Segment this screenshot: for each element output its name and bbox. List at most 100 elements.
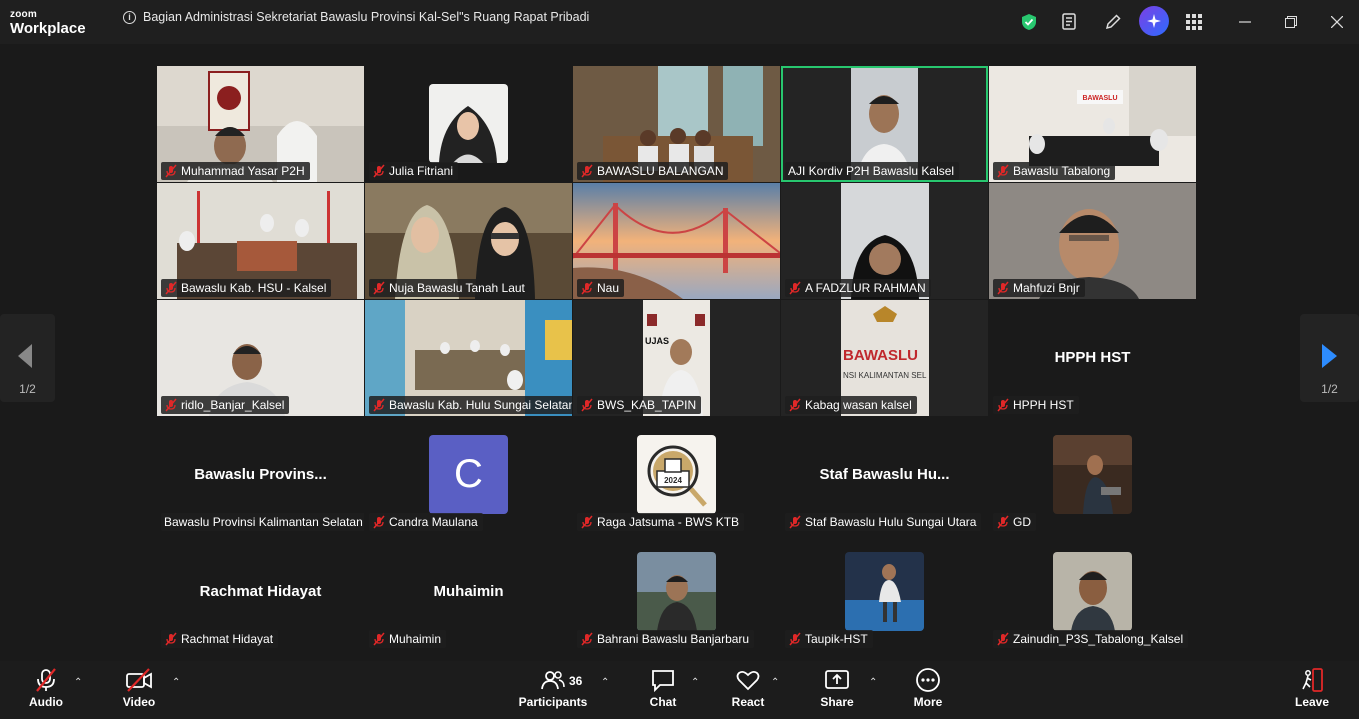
video-tile[interactable]: BAWASLU NSI KALIMANTAN SEL Kabag wasan k… xyxy=(781,300,988,416)
participant-name: Nau xyxy=(597,281,620,295)
shield-icon[interactable] xyxy=(1015,8,1043,36)
participant-name-label: Nuja Bawaslu Tanah Laut xyxy=(369,279,530,297)
pencil-icon[interactable] xyxy=(1099,8,1127,36)
video-tile[interactable]: Bahrani Bawaslu Banjarbaru xyxy=(573,534,780,650)
video-button[interactable]: Video xyxy=(120,667,158,709)
video-tile[interactable]: UJAS BWS_KAB_TAPIN xyxy=(573,300,780,416)
video-tile[interactable]: Mahfuzi Bnjr xyxy=(989,183,1196,299)
chat-button[interactable]: Chat xyxy=(648,667,678,709)
mic-muted-icon xyxy=(789,632,801,646)
participant-name-label: AJI Kordiv P2H Bawaslu Kalsel xyxy=(785,162,960,180)
participants-options-caret[interactable]: ⌃ xyxy=(601,677,609,688)
video-tile[interactable]: Nau xyxy=(573,183,780,299)
more-icon xyxy=(916,668,940,692)
participant-name-label: BAWASLU BALANGAN xyxy=(577,162,729,180)
chat-label: Chat xyxy=(649,695,677,709)
minimize-icon[interactable] xyxy=(1231,8,1259,36)
participants-icon xyxy=(541,671,565,690)
video-tile[interactable]: Taupik-HST xyxy=(781,534,988,650)
close-icon[interactable] xyxy=(1323,8,1351,36)
video-tile[interactable]: Muhaimin Muhaimin xyxy=(365,534,572,650)
video-tile[interactable]: ridlo_Banjar_Kalsel xyxy=(157,300,364,416)
participant-name-label: Bawaslu Tabalong xyxy=(993,162,1116,180)
video-tile[interactable]: HPPH HST HPPH HST xyxy=(989,300,1196,416)
video-tile[interactable]: A FADZLUR RAHMAN xyxy=(781,183,988,299)
participant-display-name: Bawaslu Provins... xyxy=(194,466,327,483)
notes-icon[interactable] xyxy=(1056,8,1084,36)
leave-label: Leave xyxy=(1294,695,1330,709)
participant-name: Raga Jatsuma - BWS KTB xyxy=(597,515,740,529)
participant-name: Julia Fitriani xyxy=(389,164,454,178)
audio-button[interactable]: Audio xyxy=(24,667,68,709)
participant-name-label: Rachmat Hidayat xyxy=(161,630,279,648)
mic-muted-icon xyxy=(165,281,177,295)
audio-options-caret[interactable]: ⌃ xyxy=(74,677,82,688)
video-tile[interactable]: Staf Bawaslu Hu... Staf Bawaslu Hulu Sun… xyxy=(781,417,988,533)
video-tile[interactable]: Bawaslu Kab. HSU - Kalsel xyxy=(157,183,364,299)
participant-name-label: Bahrani Bawaslu Banjarbaru xyxy=(577,630,755,648)
apps-grid-icon[interactable] xyxy=(1180,8,1208,36)
share-button[interactable]: Share xyxy=(820,667,854,709)
video-tile-active-speaker[interactable]: AJI Kordiv P2H Bawaslu Kalsel xyxy=(781,66,988,182)
participant-name-label: A FADZLUR RAHMAN xyxy=(785,279,931,297)
info-icon[interactable]: i xyxy=(123,11,136,24)
chat-options-caret[interactable]: ⌃ xyxy=(691,677,699,688)
participant-name-label: Nau xyxy=(577,279,625,297)
participant-name: Bawaslu Tabalong xyxy=(1013,164,1111,178)
meeting-controls-bar: Audio ⌃ Video ⌃ Participants 36 ⌃ Chat ⌃… xyxy=(0,661,1359,719)
participant-avatar xyxy=(637,552,716,631)
previous-page-button[interactable]: 1/2 xyxy=(0,314,55,402)
video-tile[interactable]: 2024 Raga Jatsuma - BWS KTB xyxy=(573,417,780,533)
mic-muted-icon xyxy=(165,632,177,646)
participant-name: Bawaslu Kab. Hulu Sungai Selatan xyxy=(389,398,572,412)
leave-button[interactable]: Leave xyxy=(1294,667,1330,709)
video-tile[interactable]: BAWASLU Bawaslu Tabalong xyxy=(989,66,1196,182)
meeting-title: Bagian Administrasi Sekretariat Bawaslu … xyxy=(143,10,590,24)
ai-companion-icon[interactable] xyxy=(1139,6,1169,36)
mic-muted-icon xyxy=(373,632,385,646)
video-tile[interactable]: Muhammad Yasar P2H xyxy=(157,66,364,182)
video-tile[interactable]: BAWASLU BALANGAN xyxy=(573,66,780,182)
participant-name: Nuja Bawaslu Tanah Laut xyxy=(389,281,525,295)
bawaslu-wall-sign: BAWASLU xyxy=(1083,95,1118,102)
video-tile[interactable]: Bawaslu Provins... Bawaslu Provinsi Kali… xyxy=(157,417,364,533)
mic-muted-icon xyxy=(789,515,801,529)
participant-name: Mahfuzi Bnjr xyxy=(1013,281,1080,295)
participant-name: ridlo_Banjar_Kalsel xyxy=(181,398,285,412)
video-tile[interactable]: Nuja Bawaslu Tanah Laut xyxy=(365,183,572,299)
video-options-caret[interactable]: ⌃ xyxy=(172,677,180,688)
audio-label: Audio xyxy=(29,695,63,709)
mic-muted-icon xyxy=(373,515,385,529)
video-label: Video xyxy=(122,695,156,709)
video-tile[interactable]: C Candra Maulana xyxy=(365,417,572,533)
share-options-caret[interactable]: ⌃ xyxy=(869,677,877,688)
more-button[interactable]: More xyxy=(911,667,945,709)
chevron-left-icon xyxy=(18,344,32,368)
participants-label: Participants xyxy=(518,695,588,709)
election-year-badge: 2024 xyxy=(664,476,682,485)
chat-icon xyxy=(652,670,674,693)
video-tile[interactable]: Rachmat Hidayat Rachmat Hidayat xyxy=(157,534,364,650)
video-tile[interactable]: Zainudin_P3S_Tabalong_Kalsel xyxy=(989,534,1196,650)
participant-name: Taupik-HST xyxy=(805,632,868,646)
mic-muted-icon xyxy=(165,164,177,178)
participant-name-label: Bawaslu Kab. Hulu Sungai Selatan xyxy=(369,396,572,414)
video-tile[interactable]: GD xyxy=(989,417,1196,533)
mic-muted-icon xyxy=(997,164,1009,178)
participant-name-label: Mahfuzi Bnjr xyxy=(993,279,1085,297)
participant-name: Bawaslu Provinsi Kalimantan Selatan xyxy=(164,515,363,529)
bawaslu-sign-subtitle: NSI KALIMANTAN SEL xyxy=(843,371,927,380)
video-tile[interactable]: Bawaslu Kab. Hulu Sungai Selatan xyxy=(365,300,572,416)
participant-name-label: BWS_KAB_TAPIN xyxy=(577,396,702,414)
video-tile[interactable]: Julia Fitriani xyxy=(365,66,572,182)
participant-name-label: Taupik-HST xyxy=(785,630,873,648)
mic-muted-icon xyxy=(997,281,1009,295)
participant-name-label: Muhaimin xyxy=(369,630,447,648)
next-page-button[interactable]: 1/2 xyxy=(1300,314,1359,402)
more-label: More xyxy=(913,695,943,709)
react-button[interactable]: React xyxy=(730,667,766,709)
restore-icon[interactable] xyxy=(1277,8,1305,36)
participant-name: Bahrani Bawaslu Banjarbaru xyxy=(597,632,750,646)
react-options-caret[interactable]: ⌃ xyxy=(771,677,779,688)
page-indicator-left: 1/2 xyxy=(19,382,36,396)
